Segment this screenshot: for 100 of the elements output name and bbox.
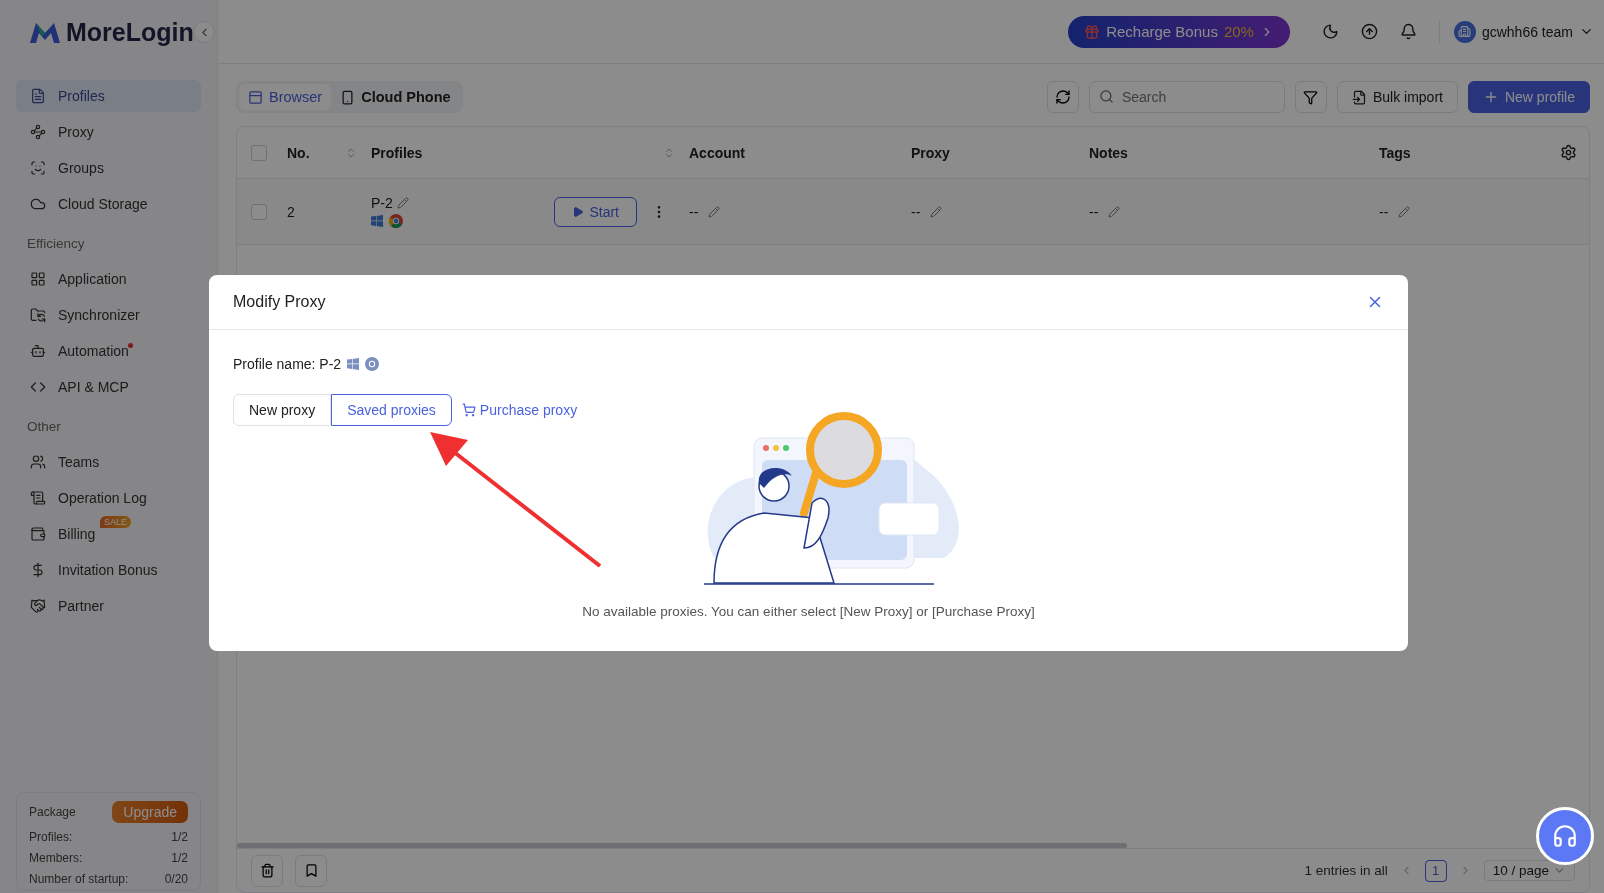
checkbox[interactable] bbox=[251, 144, 267, 161]
nav-label: Profiles bbox=[58, 88, 105, 104]
sort-icon[interactable] bbox=[345, 146, 357, 159]
nav-item[interactable]: Operation Log bbox=[16, 482, 201, 514]
scrollbar[interactable] bbox=[237, 843, 1127, 848]
edit-icon[interactable] bbox=[396, 197, 409, 209]
nav-heading: Other bbox=[26, 418, 62, 436]
checkbox[interactable] bbox=[251, 203, 267, 220]
avatar-icon bbox=[1453, 20, 1476, 43]
nav-item[interactable]: API & MCP bbox=[16, 371, 201, 403]
bookmark-button[interactable] bbox=[295, 854, 327, 887]
refresh-button[interactable] bbox=[1046, 81, 1079, 113]
chrome-icon bbox=[389, 214, 403, 228]
start-button[interactable]: Start bbox=[554, 196, 637, 227]
edit-icon[interactable] bbox=[1398, 205, 1411, 218]
package-stat-value: 0/20 bbox=[164, 872, 188, 886]
nav-icon bbox=[30, 196, 46, 212]
package-label: Package bbox=[29, 805, 76, 819]
table-cell: -- bbox=[689, 203, 699, 220]
user-name: gcwhh66 team bbox=[1481, 23, 1573, 40]
bulk-import-button[interactable]: Bulk import bbox=[1336, 81, 1458, 113]
brand-name: MoreLogin bbox=[66, 17, 194, 47]
nav-label: Automation bbox=[58, 343, 129, 359]
nav-item[interactable]: Billing SALE bbox=[16, 518, 201, 550]
package-stat-value: 1/2 bbox=[171, 851, 188, 865]
nav-label: Billing bbox=[58, 526, 96, 542]
profile-name: P-2 bbox=[371, 195, 393, 211]
nav-icon bbox=[30, 490, 46, 506]
tab[interactable]: Cloud Phone bbox=[331, 84, 460, 110]
nav-icon bbox=[30, 124, 46, 140]
nav-icon bbox=[30, 379, 46, 395]
column-header: No. bbox=[287, 144, 310, 161]
nav-item[interactable]: Teams bbox=[16, 446, 201, 478]
search-icon bbox=[1098, 89, 1114, 104]
nav-item[interactable]: Cloud Storage bbox=[16, 188, 201, 220]
nav-icon bbox=[30, 88, 46, 104]
nav-item[interactable]: Invitation Bonus bbox=[16, 554, 201, 586]
nav-label: Synchronizer bbox=[58, 307, 140, 323]
package-stat-value: 1/2 bbox=[171, 830, 188, 844]
nav-heading: Efficiency bbox=[26, 235, 86, 253]
dark-mode-icon[interactable] bbox=[1321, 23, 1339, 40]
gift-icon bbox=[1084, 23, 1101, 40]
new-profile-button[interactable]: New profile bbox=[1467, 81, 1590, 113]
nav-label: Teams bbox=[58, 454, 100, 470]
notification-icon[interactable] bbox=[1399, 23, 1417, 40]
column-header: Notes bbox=[1089, 144, 1128, 161]
nav-icon bbox=[30, 562, 46, 578]
nav-icon bbox=[30, 598, 46, 614]
edit-icon[interactable] bbox=[708, 205, 721, 218]
recharge-bonus-button[interactable]: Recharge Bonus 20% bbox=[1068, 15, 1290, 48]
user-menu[interactable]: gcwhh66 team bbox=[1438, 20, 1594, 43]
column-header: Profiles bbox=[371, 144, 423, 161]
edit-icon[interactable] bbox=[1108, 205, 1121, 218]
nav-icon bbox=[30, 526, 46, 542]
nav-label: Proxy bbox=[58, 124, 94, 140]
nav-icon bbox=[30, 454, 46, 470]
nav-item[interactable]: Synchronizer bbox=[16, 299, 201, 331]
edit-icon[interactable] bbox=[930, 205, 943, 218]
trash-icon bbox=[259, 863, 275, 878]
nav-item[interactable]: Application bbox=[16, 263, 201, 295]
nav-label: Operation Log bbox=[58, 490, 147, 506]
upload-icon[interactable] bbox=[1360, 23, 1378, 40]
package-stat-label: Number of startup: bbox=[29, 872, 129, 886]
purchase-proxy-link[interactable]: Purchase proxy bbox=[461, 402, 578, 418]
nav-item[interactable]: Groups bbox=[16, 152, 201, 184]
upgrade-button[interactable]: Upgrade bbox=[112, 801, 188, 823]
empty-message: No available proxies. You can either select [New Proxy] or [Purchase Proxy] bbox=[581, 604, 1036, 619]
nav-item[interactable]: Automation bbox=[16, 335, 201, 367]
page-number[interactable]: 1 bbox=[1424, 859, 1447, 882]
chrome-icon bbox=[365, 357, 380, 371]
dialog-title: Modify Proxy bbox=[233, 293, 326, 311]
support-button[interactable] bbox=[1536, 807, 1594, 865]
nav-item[interactable]: Proxy bbox=[16, 116, 201, 148]
column-header: Proxy bbox=[911, 144, 950, 161]
sort-icon[interactable] bbox=[663, 146, 675, 159]
table-cell: -- bbox=[1379, 203, 1389, 220]
table-cell: -- bbox=[911, 203, 921, 220]
collapse-button[interactable] bbox=[193, 21, 215, 43]
proxy-tab[interactable]: Saved proxies bbox=[331, 394, 452, 426]
nav-icon bbox=[30, 271, 46, 287]
delete-button[interactable] bbox=[251, 854, 283, 887]
nav-label: API & MCP bbox=[58, 379, 129, 395]
table-cell: 2 bbox=[287, 203, 295, 220]
refresh-icon bbox=[1054, 89, 1071, 105]
nav-icon bbox=[30, 160, 46, 176]
search-field[interactable]: Search bbox=[1088, 81, 1285, 113]
tab[interactable]: Browser bbox=[239, 84, 332, 110]
nav-item[interactable]: Profiles bbox=[16, 80, 201, 112]
column-header: Tags bbox=[1379, 144, 1411, 161]
windows-icon bbox=[347, 358, 360, 370]
sale-badge: SALE bbox=[100, 516, 131, 528]
nav-item[interactable]: Partner bbox=[16, 590, 201, 622]
play-icon bbox=[572, 205, 585, 218]
cart-icon bbox=[461, 403, 476, 417]
headphones-icon bbox=[1552, 823, 1578, 849]
settings-icon[interactable] bbox=[1560, 144, 1577, 161]
table-cell: -- bbox=[1089, 203, 1099, 220]
filter-button[interactable] bbox=[1294, 81, 1327, 113]
proxy-tab[interactable]: New proxy bbox=[233, 394, 332, 426]
bookmark-icon bbox=[303, 863, 319, 878]
